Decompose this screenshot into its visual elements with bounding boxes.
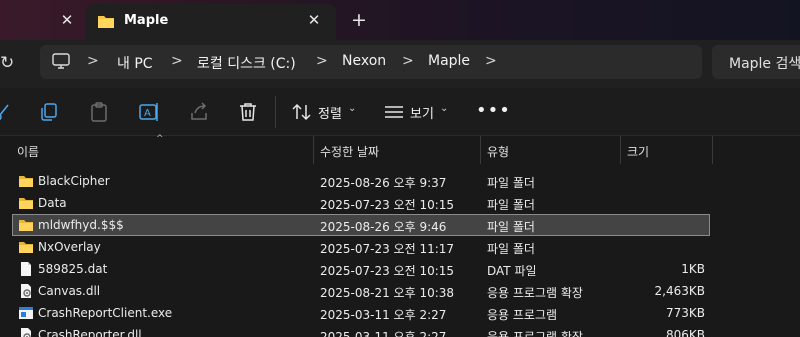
svg-text:A: A <box>144 108 151 119</box>
exe-icon <box>19 307 33 319</box>
delete-icon[interactable] <box>237 101 259 123</box>
folder-icon <box>19 242 33 253</box>
file-date: 2025-03-11 오후 2:27 <box>320 330 447 337</box>
list-item[interactable]: NxOverlay 2025-07-23 오전 11:17 파일 폴더 <box>0 236 800 258</box>
file-type: 응용 프로그램 확장 <box>487 330 583 337</box>
sort-button[interactable]: 정렬 <box>318 103 342 122</box>
file-name: CrashReporter.dll <box>38 328 142 337</box>
copy-icon[interactable] <box>38 101 60 123</box>
file-name: mldwfhyd.$$$ <box>38 218 124 232</box>
toolbar-divider <box>275 96 276 128</box>
list-item[interactable]: Canvas.dll 2025-08-21 오후 10:38 응용 프로그램 확… <box>0 280 800 302</box>
list-item[interactable]: CrashReporter.dll 2025-03-11 오후 2:27 응용 … <box>0 324 800 337</box>
list-item[interactable]: 589825.dat 2025-07-23 오전 10:15 DAT 파일 1K… <box>0 258 800 280</box>
file-date: 2025-07-23 오전 10:15 <box>320 264 455 278</box>
folder-icon <box>98 16 114 28</box>
column-size[interactable]: 크기 <box>627 143 649 160</box>
more-options-icon[interactable]: ••• <box>476 100 511 121</box>
view-icon[interactable] <box>383 101 405 123</box>
file-icon <box>21 262 31 276</box>
file-name: BlackCipher <box>38 174 110 188</box>
dll-icon <box>21 284 31 298</box>
folder-icon <box>19 220 33 231</box>
file-name: Canvas.dll <box>38 284 101 298</box>
file-name: NxOverlay <box>38 240 101 254</box>
file-date: 2025-07-23 오전 11:17 <box>320 242 455 256</box>
file-type: DAT 파일 <box>487 264 537 278</box>
sort-icon[interactable] <box>291 101 313 123</box>
breadcrumb-maple[interactable]: Maple <box>428 53 470 69</box>
file-type: 응용 프로그램 확장 <box>487 286 583 300</box>
file-date: 2025-07-23 오전 10:15 <box>320 198 455 212</box>
file-type: 파일 폴더 <box>487 176 535 190</box>
file-name: CrashReportClient.exe <box>38 306 173 320</box>
chevron-right-icon[interactable]: > <box>402 53 414 69</box>
chevron-right-icon[interactable]: > <box>485 53 497 69</box>
folder-icon <box>19 176 33 187</box>
folder-icon <box>19 198 33 209</box>
list-item[interactable]: CrashReportClient.exe 2025-03-11 오후 2:27… <box>0 302 800 324</box>
file-type: 응용 프로그램 <box>487 308 558 322</box>
close-icon[interactable]: ✕ <box>57 10 77 30</box>
breadcrumb-local-disk[interactable]: 로컬 디스크 (C:) <box>197 53 296 73</box>
file-size: 2,463KB <box>654 284 705 298</box>
column-date[interactable]: 수정한 날짜 <box>320 143 379 160</box>
search-input[interactable]: Maple 검색 <box>712 45 800 79</box>
chevron-down-icon[interactable]: ⌄ <box>348 103 356 114</box>
file-name: Data <box>38 196 67 210</box>
list-item[interactable]: Data 2025-07-23 오전 10:15 파일 폴더 <box>0 192 800 214</box>
breadcrumb-this-pc[interactable]: 내 PC <box>117 53 153 73</box>
tab-strip: ✕ Maple ✕ + <box>0 0 800 40</box>
tab-title: Maple <box>124 13 169 28</box>
column-name[interactable]: 이름 <box>17 143 39 160</box>
file-size: 1KB <box>681 262 705 276</box>
file-date: 2025-08-26 오후 9:46 <box>320 220 447 234</box>
list-item[interactable]: BlackCipher 2025-08-26 오후 9:37 파일 폴더 <box>0 170 800 192</box>
address-row: ↻ > 내 PC > 로컬 디스크 (C:) > Nexon > Maple >… <box>0 40 800 88</box>
column-divider[interactable] <box>480 136 481 164</box>
monitor-icon <box>52 53 70 69</box>
column-divider[interactable] <box>313 136 314 164</box>
view-button[interactable]: 보기 <box>410 103 434 122</box>
file-name: 589825.dat <box>38 262 108 276</box>
file-type: 파일 폴더 <box>487 242 535 256</box>
sort-ascending-icon: ^ <box>156 134 164 144</box>
file-date: 2025-08-26 오후 9:37 <box>320 176 447 190</box>
new-tab-icon[interactable]: + <box>348 9 370 31</box>
column-type[interactable]: 유형 <box>487 143 509 160</box>
column-divider[interactable] <box>712 136 713 164</box>
chevron-right-icon[interactable]: > <box>87 53 99 69</box>
column-header: ^ 이름 수정한 날짜 유형 크기 <box>0 134 800 164</box>
paste-icon[interactable] <box>88 101 110 123</box>
chevron-down-icon[interactable]: ⌄ <box>440 103 448 114</box>
close-tab-icon[interactable]: ✕ <box>304 10 324 30</box>
command-bar: A 정렬 ⌄ 보기 ⌄ ••• <box>0 88 800 136</box>
file-date: 2025-03-11 오후 2:27 <box>320 308 447 322</box>
file-date: 2025-08-21 오후 10:38 <box>320 286 455 300</box>
cut-icon[interactable] <box>0 101 14 123</box>
search-placeholder: Maple 검색 <box>729 56 800 72</box>
file-size: 806KB <box>665 328 705 337</box>
address-bar[interactable]: > 내 PC > 로컬 디스크 (C:) > Nexon > Maple > <box>40 45 702 79</box>
rename-icon[interactable]: A <box>138 101 160 123</box>
breadcrumb-nexon[interactable]: Nexon <box>342 53 386 69</box>
share-icon[interactable] <box>188 101 210 123</box>
chevron-right-icon[interactable]: > <box>316 53 328 69</box>
file-size: 773KB <box>665 306 705 320</box>
column-divider[interactable] <box>620 136 621 164</box>
refresh-icon[interactable]: ↻ <box>0 52 18 74</box>
tab-maple[interactable]: Maple ✕ <box>86 4 336 40</box>
list-item-selected[interactable]: mldwfhyd.$$$ 2025-08-26 오후 9:46 파일 폴더 <box>0 214 800 236</box>
dll-icon <box>21 328 31 337</box>
file-type: 파일 폴더 <box>487 198 535 212</box>
file-type: 파일 폴더 <box>487 220 535 234</box>
chevron-right-icon[interactable]: > <box>171 53 183 69</box>
